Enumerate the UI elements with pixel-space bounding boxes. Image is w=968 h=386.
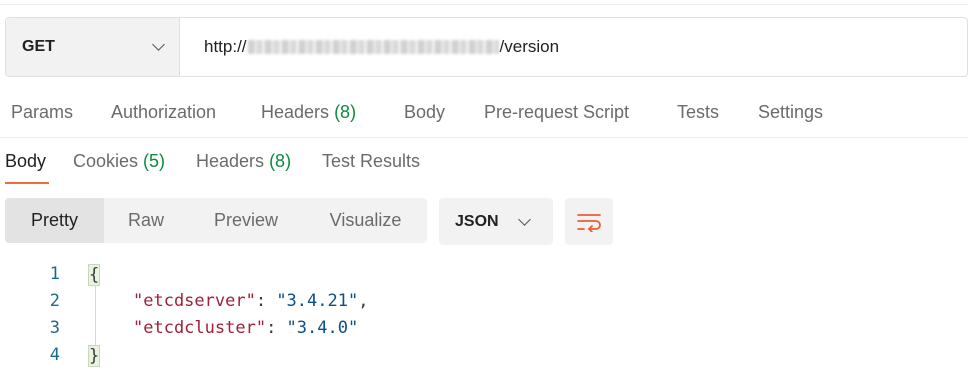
response-tabs: Body Cookies (5) Headers (8) Test Result…: [0, 142, 968, 186]
json-value: "3.4.0": [286, 318, 359, 338]
request-tabs: Params Authorization Headers (8) Body Pr…: [0, 92, 968, 138]
code-line: 2 "etcdserver": "3.4.21",: [0, 291, 968, 318]
redacted-host: [247, 40, 499, 54]
code-line: 3 "etcdcluster": "3.4.0": [0, 318, 968, 345]
active-tab-indicator: [5, 182, 49, 184]
tab-tests[interactable]: Tests: [677, 102, 719, 123]
tab-label: Authorization: [111, 102, 217, 122]
tab-label: Cookies: [73, 151, 139, 171]
tab-count: (8): [269, 151, 292, 171]
view-visualize-button[interactable]: Visualize: [304, 198, 427, 243]
tab-label: Pre-request Script: [484, 102, 630, 122]
top-divider: [0, 4, 968, 5]
view-mode-switcher: Pretty Raw Preview Visualize: [5, 198, 427, 243]
json-key: "etcdcluster": [133, 318, 267, 338]
view-raw-button[interactable]: Raw: [104, 198, 188, 243]
response-tab-test-results[interactable]: Test Results: [322, 151, 420, 172]
json-entry: "etcdserver": "3.4.21",: [133, 291, 368, 311]
tab-pre-request-script[interactable]: Pre-request Script: [484, 102, 629, 123]
tab-label: Settings: [758, 102, 824, 122]
wrap-lines-icon: [577, 213, 601, 232]
open-brace: {: [88, 264, 100, 286]
close-brace: }: [88, 345, 100, 367]
response-body-viewer: 1 { 2 "etcdserver": "3.4.21", 3 "etcdclu…: [0, 258, 968, 378]
line-number: 1: [49, 264, 60, 284]
json-colon: :: [255, 291, 277, 311]
wrap-lines-button[interactable]: [565, 198, 613, 245]
tab-label: Body: [404, 102, 446, 122]
tab-headers[interactable]: Headers (8): [261, 102, 356, 123]
json-key: "etcdserver": [133, 291, 256, 311]
line-number: 4: [49, 345, 60, 365]
response-tab-body[interactable]: Body: [5, 151, 46, 172]
tab-label: Params: [11, 102, 74, 122]
json-comma: ,: [358, 291, 369, 311]
tab-label: Headers: [261, 102, 330, 122]
tab-label: Test Results: [322, 151, 421, 171]
view-preview-button[interactable]: Preview: [188, 198, 304, 243]
json-colon: :: [266, 318, 287, 338]
url-suffix: /version: [499, 37, 560, 56]
line-number: 2: [49, 291, 60, 311]
format-select[interactable]: JSON: [439, 198, 553, 245]
tab-count: (5): [143, 151, 166, 171]
response-tab-headers[interactable]: Headers (8): [196, 151, 291, 172]
line-number: 3: [49, 318, 60, 338]
format-label: JSON: [455, 212, 499, 230]
tab-settings[interactable]: Settings: [758, 102, 823, 123]
tab-authorization[interactable]: Authorization: [111, 102, 216, 123]
tab-label: Headers: [196, 151, 265, 171]
json-entry: "etcdcluster": "3.4.0": [133, 318, 358, 338]
method-select[interactable]: GET: [6, 18, 180, 76]
method-label: GET: [22, 38, 55, 55]
tab-count: (8): [334, 102, 357, 122]
code-line: 4 }: [0, 345, 968, 372]
view-pretty-button[interactable]: Pretty: [5, 198, 104, 243]
tab-params[interactable]: Params: [11, 102, 73, 123]
chevron-down-icon: [152, 38, 165, 51]
tab-body[interactable]: Body: [404, 102, 445, 123]
tab-label: Tests: [677, 102, 720, 122]
request-bar: GET http:// /version: [5, 17, 968, 77]
url-input[interactable]: http:// /version: [180, 18, 967, 76]
code-line: 1 {: [0, 264, 968, 291]
response-tab-cookies[interactable]: Cookies (5): [73, 151, 165, 172]
json-value: "3.4.21": [276, 291, 359, 311]
tab-label: Body: [5, 151, 47, 171]
url-prefix: http://: [204, 37, 247, 56]
chevron-down-icon: [518, 213, 531, 226]
